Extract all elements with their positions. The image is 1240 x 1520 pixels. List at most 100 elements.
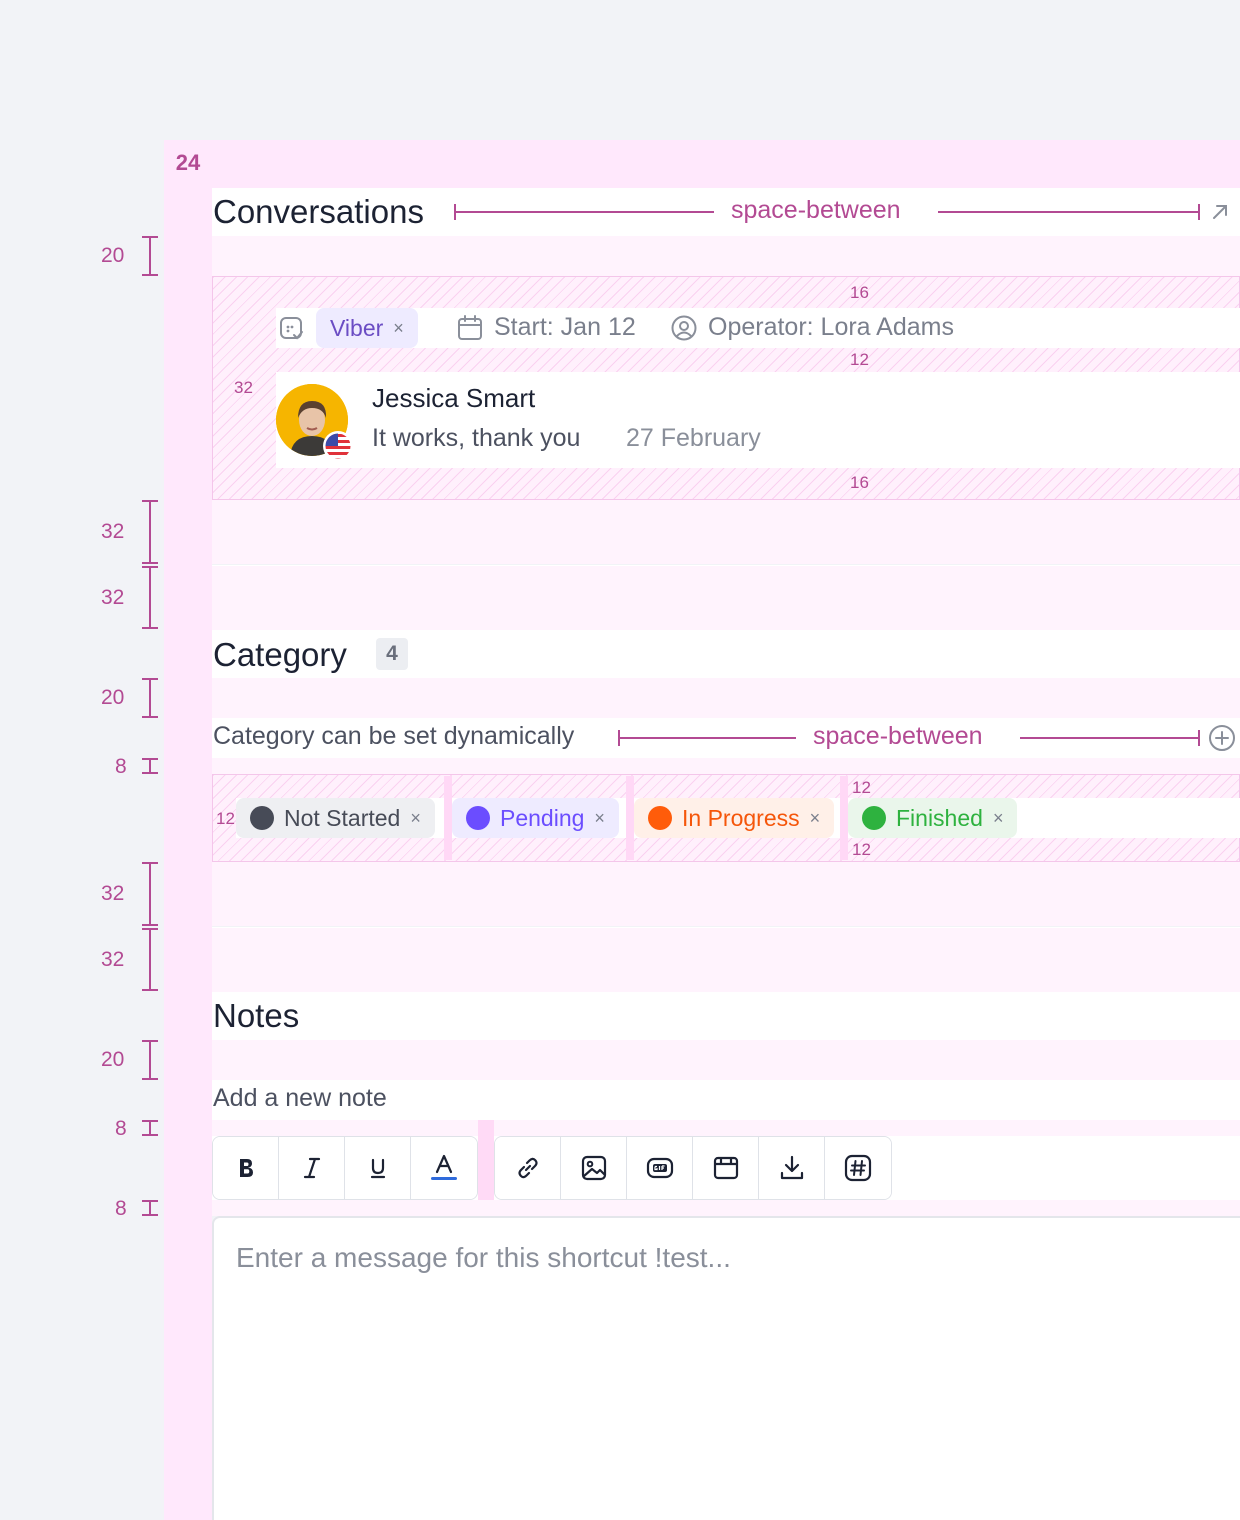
side-spacing-label: 24 bbox=[175, 150, 201, 175]
italic-button[interactable] bbox=[279, 1137, 345, 1199]
category-chip-in-progress[interactable]: In Progress × bbox=[634, 798, 835, 838]
chip-gap bbox=[444, 776, 452, 860]
spacing-32-band bbox=[212, 500, 1240, 564]
image-button[interactable] bbox=[561, 1137, 627, 1199]
measure-cap bbox=[1198, 730, 1200, 746]
measure-line bbox=[938, 211, 1200, 213]
status-dot bbox=[466, 806, 490, 830]
category-chip-pending[interactable]: Pending × bbox=[452, 798, 619, 838]
measure-line bbox=[1020, 737, 1200, 739]
measure-cap bbox=[142, 862, 158, 864]
user-circle-icon bbox=[671, 315, 697, 341]
spacing-32-label: 32 bbox=[101, 948, 125, 971]
link-button[interactable] bbox=[495, 1137, 561, 1199]
arrow-up-right-icon[interactable] bbox=[1210, 202, 1230, 222]
insert-toolbar bbox=[494, 1136, 892, 1200]
top-spacing-band bbox=[212, 140, 1240, 188]
text-color-button[interactable] bbox=[411, 1137, 477, 1199]
status-dot bbox=[862, 806, 886, 830]
measure-bracket bbox=[149, 862, 151, 926]
spacing-20-label: 20 bbox=[101, 1048, 125, 1071]
spacing-20-band bbox=[212, 1040, 1240, 1080]
underline-button[interactable] bbox=[345, 1137, 411, 1199]
measure-cap bbox=[142, 236, 158, 238]
status-dot bbox=[648, 806, 672, 830]
spacing-8-band bbox=[212, 1120, 1240, 1136]
measure-cap bbox=[142, 772, 158, 774]
spacing-32-band bbox=[212, 927, 1240, 992]
category-title: Category bbox=[213, 636, 347, 673]
measure-bracket bbox=[149, 566, 151, 628]
text-color-icon bbox=[431, 1154, 457, 1180]
measure-cap bbox=[1198, 204, 1200, 220]
chip-label: Not Started bbox=[284, 804, 401, 831]
measure-cap bbox=[142, 1214, 158, 1216]
measure-cap bbox=[142, 562, 158, 564]
operator-name: Operator: Lora Adams bbox=[708, 313, 954, 341]
gif-button[interactable] bbox=[627, 1137, 693, 1199]
measure-cap bbox=[142, 1078, 158, 1080]
measure-cap bbox=[142, 274, 158, 276]
contact-name[interactable]: Jessica Smart bbox=[372, 383, 535, 414]
spacing-32-label: 32 bbox=[101, 882, 125, 905]
spacing-20-band bbox=[212, 236, 1240, 276]
left-guide-column bbox=[164, 140, 212, 1520]
measure-cap bbox=[142, 758, 158, 760]
close-icon[interactable]: × bbox=[594, 808, 605, 829]
message-date: 27 February bbox=[626, 424, 761, 452]
measure-line bbox=[454, 211, 714, 213]
close-icon[interactable]: × bbox=[810, 808, 821, 829]
space-between-label: space-between bbox=[813, 722, 983, 750]
status-dot bbox=[250, 806, 274, 830]
category-chip-finished[interactable]: Finished × bbox=[848, 798, 1018, 838]
space-between-label: space-between bbox=[731, 196, 901, 224]
measure-cap bbox=[142, 1040, 158, 1042]
notes-header bbox=[212, 992, 1240, 1040]
viber-icon bbox=[280, 317, 303, 340]
download-icon bbox=[780, 1155, 803, 1180]
calendar-icon bbox=[458, 315, 482, 340]
measure-cap bbox=[142, 924, 158, 926]
measure-cap bbox=[142, 716, 158, 718]
channel-chip-label: Viber bbox=[330, 314, 384, 341]
calendar-window-icon bbox=[713, 1156, 738, 1180]
measure-cap bbox=[142, 500, 158, 502]
calendar-window-button[interactable] bbox=[693, 1137, 759, 1199]
close-icon[interactable]: × bbox=[393, 318, 404, 339]
add-category-icon[interactable] bbox=[1208, 724, 1236, 752]
measure-cap bbox=[142, 928, 158, 930]
note-message-input[interactable] bbox=[212, 1216, 1240, 1520]
hashtag-button[interactable] bbox=[825, 1137, 891, 1199]
bold-button[interactable] bbox=[213, 1137, 279, 1199]
spacing-8-band bbox=[212, 758, 1240, 774]
bold-icon bbox=[239, 1159, 253, 1177]
close-icon[interactable]: × bbox=[410, 808, 421, 829]
format-toolbar bbox=[212, 1136, 478, 1200]
link-icon bbox=[517, 1157, 538, 1179]
spacing-32-band bbox=[212, 565, 1240, 630]
channel-chip[interactable]: Viber × bbox=[316, 308, 418, 348]
download-button[interactable] bbox=[759, 1137, 825, 1199]
category-chip-not-started[interactable]: Not Started × bbox=[236, 798, 435, 838]
spacing-8-label: 8 bbox=[115, 755, 127, 778]
hashtag-icon bbox=[844, 1154, 872, 1182]
measure-bracket bbox=[149, 928, 151, 990]
measure-cap bbox=[142, 678, 158, 680]
spacing-8-band bbox=[212, 1200, 1240, 1216]
chip-gap bbox=[840, 776, 848, 860]
measure-bracket bbox=[149, 678, 151, 718]
spacing-8-label: 8 bbox=[115, 1197, 127, 1220]
start-date: Start: Jan 12 bbox=[494, 313, 636, 341]
measure-cap bbox=[142, 627, 158, 629]
spacing-12-label: 12 bbox=[216, 809, 235, 828]
gif-icon bbox=[646, 1157, 673, 1179]
last-message: It works, thank you bbox=[372, 424, 581, 452]
category-hint: Category can be set dynamically bbox=[213, 722, 575, 750]
category-count-badge: 4 bbox=[376, 638, 408, 670]
spacing-12-label: 12 bbox=[852, 778, 871, 797]
category-header bbox=[212, 630, 1240, 678]
spacing-32-label: 32 bbox=[101, 586, 125, 609]
close-icon[interactable]: × bbox=[993, 808, 1004, 829]
measure-bracket bbox=[149, 236, 151, 276]
measure-bracket bbox=[149, 1040, 151, 1080]
